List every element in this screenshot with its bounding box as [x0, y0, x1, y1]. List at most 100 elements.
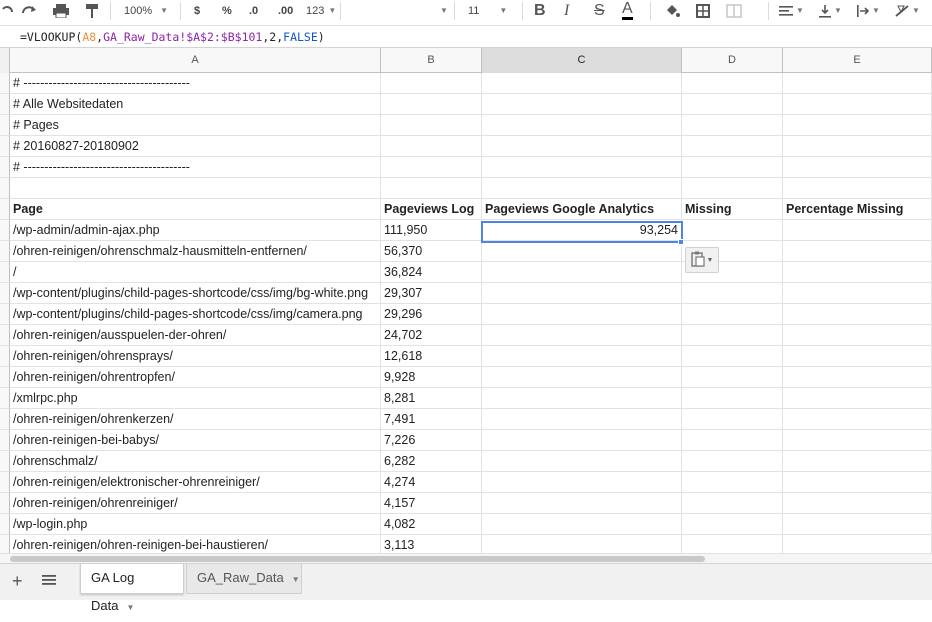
cell-e[interactable]	[783, 472, 932, 493]
cell-a[interactable]: /ohren-reinigen/ohrensprays/	[10, 346, 381, 367]
fill-color-icon[interactable]	[664, 0, 680, 22]
cell-a[interactable]: /xmlrpc.php	[10, 388, 381, 409]
cell-a[interactable]: /ohren-reinigen-bei-babys/	[10, 430, 381, 451]
cell-b[interactable]: Pageviews Log	[381, 199, 482, 220]
undo-icon[interactable]	[0, 0, 14, 22]
cell-c[interactable]	[482, 535, 682, 553]
more-formats-button[interactable]: 123 ▼	[306, 0, 336, 22]
cell-d[interactable]	[682, 367, 783, 388]
cell-b[interactable]: 56,370	[381, 241, 482, 262]
font-family-select[interactable]: ▼	[432, 0, 448, 22]
cell-d[interactable]	[682, 94, 783, 115]
bold-button[interactable]: B	[534, 0, 546, 22]
cell-d[interactable]	[682, 451, 783, 472]
cell-a[interactable]: /ohren-reinigen/ohrenkerzen/	[10, 409, 381, 430]
row-header[interactable]	[0, 157, 10, 178]
cell-d[interactable]	[682, 514, 783, 535]
cell-a[interactable]: /ohren-reinigen/ohren-reinigen-bei-haust…	[10, 535, 381, 553]
cell-e[interactable]	[783, 220, 932, 241]
increase-decimal-button[interactable]: .00	[278, 0, 293, 22]
cell-c[interactable]	[482, 493, 682, 514]
italic-button[interactable]: I	[564, 0, 569, 22]
row-header[interactable]	[0, 346, 10, 367]
cell-b[interactable]	[381, 178, 482, 199]
row-header[interactable]	[0, 367, 10, 388]
cell-c[interactable]	[482, 94, 682, 115]
cell-d[interactable]	[682, 346, 783, 367]
cell-e[interactable]	[783, 73, 932, 94]
cell-c[interactable]	[482, 73, 682, 94]
cell-a[interactable]: # --------------------------------------…	[10, 73, 381, 94]
row-header[interactable]	[0, 73, 10, 94]
cell-c[interactable]	[482, 283, 682, 304]
cell-c[interactable]	[482, 136, 682, 157]
cell-d[interactable]	[682, 304, 783, 325]
cell-d[interactable]	[682, 430, 783, 451]
merge-cells-icon[interactable]	[726, 0, 742, 22]
add-sheet-icon[interactable]: +	[12, 571, 23, 592]
cell-c[interactable]	[482, 157, 682, 178]
cell-a[interactable]: Page	[10, 199, 381, 220]
paint-format-icon[interactable]	[84, 0, 100, 22]
strikethrough-button[interactable]: S	[594, 0, 605, 22]
row-header[interactable]	[0, 514, 10, 535]
cell-d[interactable]	[682, 388, 783, 409]
cell-d[interactable]	[682, 73, 783, 94]
cell-d[interactable]	[682, 283, 783, 304]
cell-c[interactable]: Pageviews Google Analytics	[482, 199, 682, 220]
row-header[interactable]	[0, 472, 10, 493]
formula-bar[interactable]: =VLOOKUP(A8,GA_Raw_Data!$A$2:$B$101,2,FA…	[0, 26, 932, 48]
column-header-a[interactable]: A	[10, 48, 381, 73]
font-size-select[interactable]: 11 ▼	[468, 0, 507, 22]
column-header-b[interactable]: B	[381, 48, 482, 73]
row-header[interactable]	[0, 115, 10, 136]
horizontal-scrollbar[interactable]	[0, 553, 932, 563]
scrollbar-thumb[interactable]	[10, 556, 705, 562]
cell-b[interactable]	[381, 157, 482, 178]
cell-e[interactable]	[783, 304, 932, 325]
cell-b[interactable]	[381, 136, 482, 157]
row-header[interactable]	[0, 304, 10, 325]
row-header[interactable]	[0, 220, 10, 241]
row-header[interactable]	[0, 199, 10, 220]
cell-c[interactable]	[482, 262, 682, 283]
borders-icon[interactable]	[696, 0, 710, 22]
row-header[interactable]	[0, 241, 10, 262]
cell-a[interactable]: /ohrenschmalz/	[10, 451, 381, 472]
cell-c[interactable]	[482, 304, 682, 325]
cell-c[interactable]	[482, 178, 682, 199]
cell-b[interactable]: 36,824	[381, 262, 482, 283]
row-header[interactable]	[0, 325, 10, 346]
cell-b[interactable]: 12,618	[381, 346, 482, 367]
cell-c[interactable]	[482, 472, 682, 493]
cell-e[interactable]: Percentage Missing	[783, 199, 932, 220]
cell-d[interactable]	[682, 325, 783, 346]
cell-a[interactable]: /wp-content/plugins/child-pages-shortcod…	[10, 304, 381, 325]
cell-c[interactable]	[482, 115, 682, 136]
row-header[interactable]	[0, 178, 10, 199]
cell-b[interactable]: 24,702	[381, 325, 482, 346]
cell-e[interactable]	[783, 367, 932, 388]
cell-b[interactable]: 4,274	[381, 472, 482, 493]
cell-b[interactable]: 7,491	[381, 409, 482, 430]
cell-b[interactable]: 7,226	[381, 430, 482, 451]
text-rotation-icon[interactable]: ▼	[894, 0, 920, 22]
cell-a[interactable]: /ohren-reinigen/elektronischer-ohrenrein…	[10, 472, 381, 493]
fill-handle[interactable]	[678, 239, 684, 245]
cell-d[interactable]	[682, 178, 783, 199]
cell-a[interactable]: # 20160827-20180902	[10, 136, 381, 157]
cell-d[interactable]	[682, 472, 783, 493]
cell-c[interactable]	[482, 514, 682, 535]
column-header-c[interactable]: C	[482, 48, 682, 73]
cell-a[interactable]	[10, 178, 381, 199]
cell-e[interactable]	[783, 430, 932, 451]
cell-d[interactable]	[682, 409, 783, 430]
cell-b[interactable]: 4,157	[381, 493, 482, 514]
cell-a[interactable]: /ohren-reinigen/ausspuelen-der-ohren/	[10, 325, 381, 346]
cell-b[interactable]	[381, 115, 482, 136]
cell-c[interactable]	[482, 241, 682, 262]
cell-d[interactable]	[682, 136, 783, 157]
cell-a[interactable]: /ohren-reinigen/ohrenreiniger/	[10, 493, 381, 514]
column-header-d[interactable]: D	[682, 48, 783, 73]
cell-b[interactable]: 6,282	[381, 451, 482, 472]
